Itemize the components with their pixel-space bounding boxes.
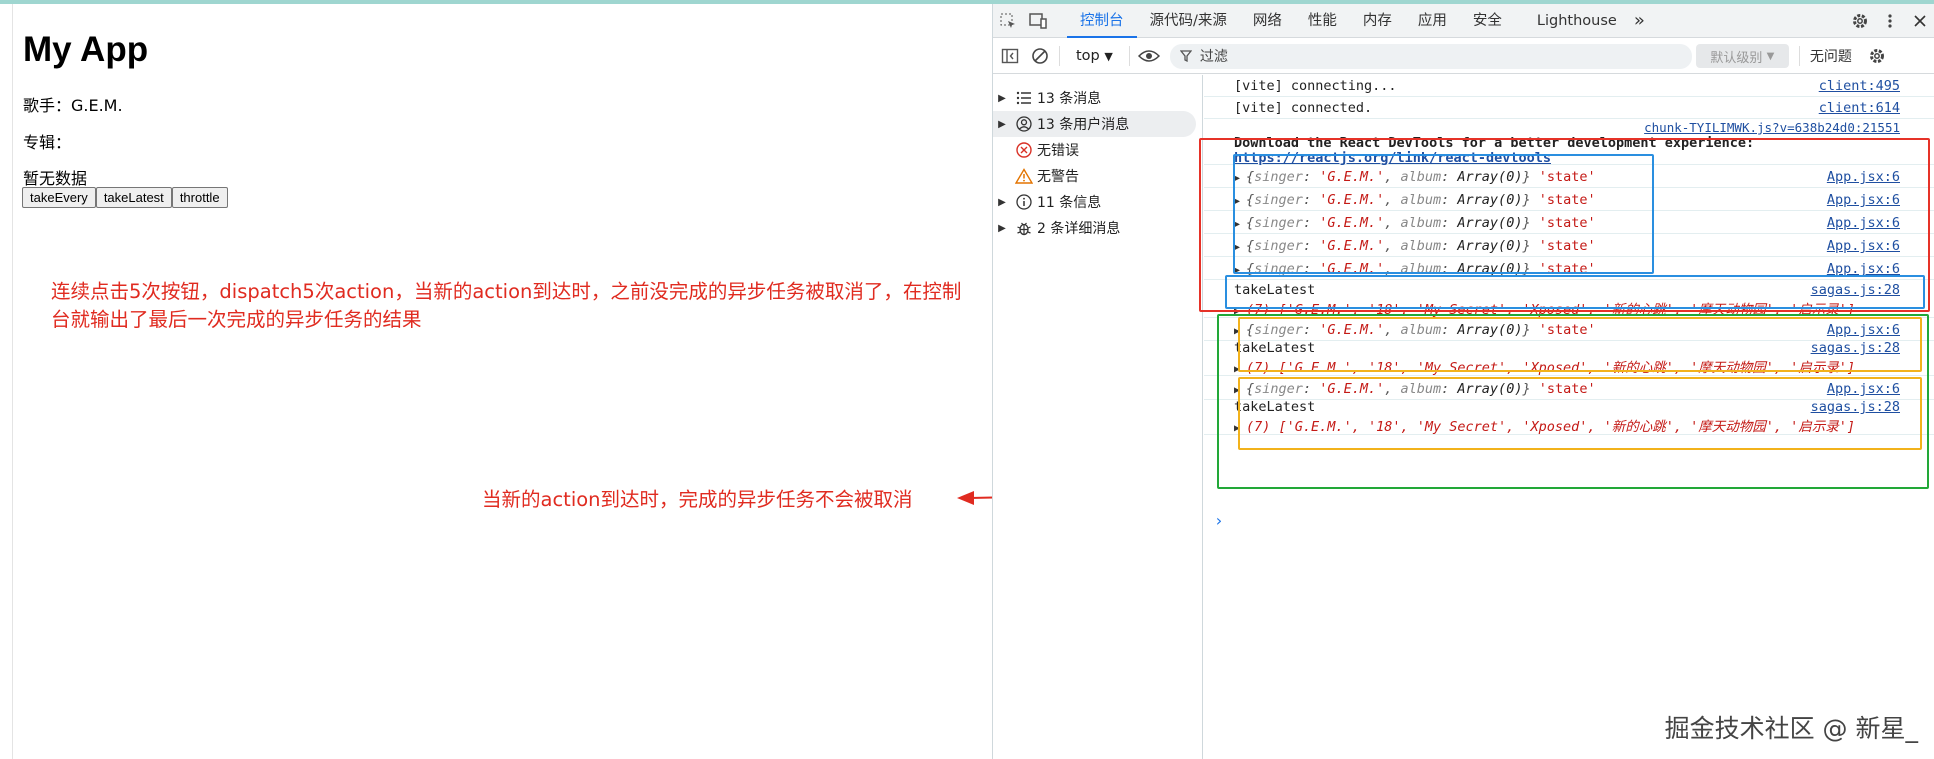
throttle-button[interactable]: throttle: [171, 187, 228, 208]
expand-triangle-icon: ▶: [998, 92, 1006, 104]
sidebar-label: 13 条用户消息: [1037, 117, 1130, 133]
app-title: My App: [23, 30, 149, 69]
console-row-vite-connecting: [vite] connecting... client:495: [1204, 75, 1934, 97]
sidebar-label: 13 条消息: [1037, 91, 1102, 107]
sidebar-toggle-icon[interactable]: [995, 41, 1025, 71]
context-value: top: [1076, 48, 1100, 64]
console-toolbar: top ▼ 过滤 默认级别 ▼ 无问题: [993, 39, 1934, 74]
console-sidebar: ▶ 13 条消息 ▶ 13 条用户消息 无错误 无警告 ▶ 11 条信息 ▶ 2: [993, 75, 1203, 759]
devtools-tabbar: 控制台 源代码/来源 网络 性能 内存 应用 安全 Lighthouse »: [993, 4, 1934, 38]
annotation-takelatest-cancel: 连续点击5次按钮，dispatch5次action，当新的action到达时，之…: [51, 278, 961, 334]
devtools-panel: 控制台 源代码/来源 网络 性能 内存 应用 安全 Lighthouse » t…: [992, 4, 1934, 759]
sidebar-item-verbose[interactable]: ▶ 2 条详细消息: [993, 215, 1203, 241]
button-group: takeEvery takeLatest throttle: [22, 187, 228, 208]
log-source-link[interactable]: chunk-TYILIMWK.js?v=638b24d0:21551: [1644, 120, 1900, 135]
app-page: My App 歌手：G.E.M. 专辑： 暂无数据 takeEvery take…: [12, 4, 992, 759]
sidebar-item-info[interactable]: ▶ 11 条信息: [993, 189, 1203, 215]
info-icon: [1011, 194, 1037, 210]
empty-text: 暂无数据: [23, 169, 88, 188]
context-selector[interactable]: top ▼: [1064, 48, 1125, 64]
sidebar-label: 11 条信息: [1037, 195, 1102, 211]
annotation-line-1: 连续点击5次按钮，dispatch5次action，当新的action到达时，之…: [51, 280, 962, 303]
settings-gear-icon[interactable]: [1845, 6, 1875, 36]
filter-input[interactable]: 过滤: [1169, 43, 1692, 69]
console-settings-gear-icon[interactable]: [1862, 41, 1892, 71]
sidebar-item-errors[interactable]: 无错误: [993, 137, 1203, 163]
warning-icon: [1011, 168, 1037, 184]
watermark: 掘金技术社区 @ 新星_: [1664, 714, 1918, 743]
error-icon: [1011, 142, 1037, 158]
more-options-icon[interactable]: [1875, 6, 1905, 36]
tab-network[interactable]: 网络: [1240, 4, 1295, 38]
filter-placeholder: 过滤: [1199, 49, 1228, 65]
annotation-line-2: 台就输出了最后一次完成的异步任务的结果: [51, 308, 422, 331]
log-source-link[interactable]: client:495: [1819, 78, 1900, 94]
expand-triangle-icon: ▶: [998, 222, 1006, 234]
sidebar-label: 2 条详细消息: [1037, 221, 1121, 237]
more-tabs-chevron-icon[interactable]: »: [1630, 4, 1649, 38]
tab-performance[interactable]: 性能: [1295, 4, 1350, 38]
sidebar-label: 无错误: [1037, 143, 1079, 159]
orange-highlight-box-1: [1238, 317, 1922, 372]
log-text: [vite] connecting...: [1234, 78, 1397, 94]
issues-counter[interactable]: 无问题: [1798, 46, 1862, 66]
console-prompt-icon[interactable]: ›: [1214, 511, 1224, 530]
expand-triangle-icon: ▶: [998, 118, 1006, 130]
list-icon: [1011, 91, 1037, 105]
live-expression-eye-icon[interactable]: [1134, 41, 1164, 71]
album-line: 专辑：: [23, 133, 72, 152]
sidebar-item-user-messages[interactable]: ▶ 13 条用户消息: [993, 111, 1196, 137]
blue-highlight-box-result: [1225, 275, 1925, 309]
blue-highlight-box-state: [1233, 154, 1654, 274]
expand-triangle-icon: ▶: [998, 196, 1006, 208]
tab-sources[interactable]: 源代码/来源: [1137, 4, 1240, 38]
tab-console[interactable]: 控制台: [1067, 4, 1137, 38]
singer-line: 歌手：G.E.M.: [23, 96, 123, 115]
log-source-link[interactable]: client:614: [1819, 100, 1900, 116]
inspect-element-icon[interactable]: [993, 6, 1023, 36]
log-level-dropdown[interactable]: 默认级别 ▼: [1695, 44, 1789, 68]
filter-funnel-icon: [1179, 50, 1192, 62]
annotation-completed-not-cancel: 当新的action到达时，完成的异步任务不会被取消: [482, 488, 913, 511]
take-every-button[interactable]: takeEvery: [22, 187, 96, 208]
sidebar-item-warnings[interactable]: 无警告: [993, 163, 1203, 189]
tab-security[interactable]: 安全: [1460, 4, 1515, 38]
tab-memory[interactable]: 内存: [1350, 4, 1405, 38]
close-devtools-icon[interactable]: [1905, 6, 1934, 36]
sidebar-item-messages[interactable]: ▶ 13 条消息: [993, 85, 1203, 111]
log-level-value: 默认级别: [1710, 50, 1763, 66]
clear-console-icon[interactable]: [1025, 41, 1055, 71]
log-text: [vite] connected.: [1234, 100, 1373, 116]
take-latest-button[interactable]: takeLatest: [95, 187, 172, 208]
tab-application[interactable]: 应用: [1405, 4, 1460, 38]
console-row-vite-connected: [vite] connected. client:614: [1204, 97, 1934, 119]
tab-lighthouse[interactable]: Lighthouse: [1515, 4, 1630, 38]
chevron-down-icon: ▼: [1766, 50, 1775, 62]
bug-icon: [1011, 220, 1037, 236]
sidebar-label: 无警告: [1037, 169, 1079, 185]
user-icon: [1011, 116, 1037, 132]
chevron-down-icon: ▼: [1104, 50, 1113, 63]
device-toggle-icon[interactable]: [1023, 6, 1053, 36]
orange-highlight-box-2: [1238, 377, 1922, 450]
